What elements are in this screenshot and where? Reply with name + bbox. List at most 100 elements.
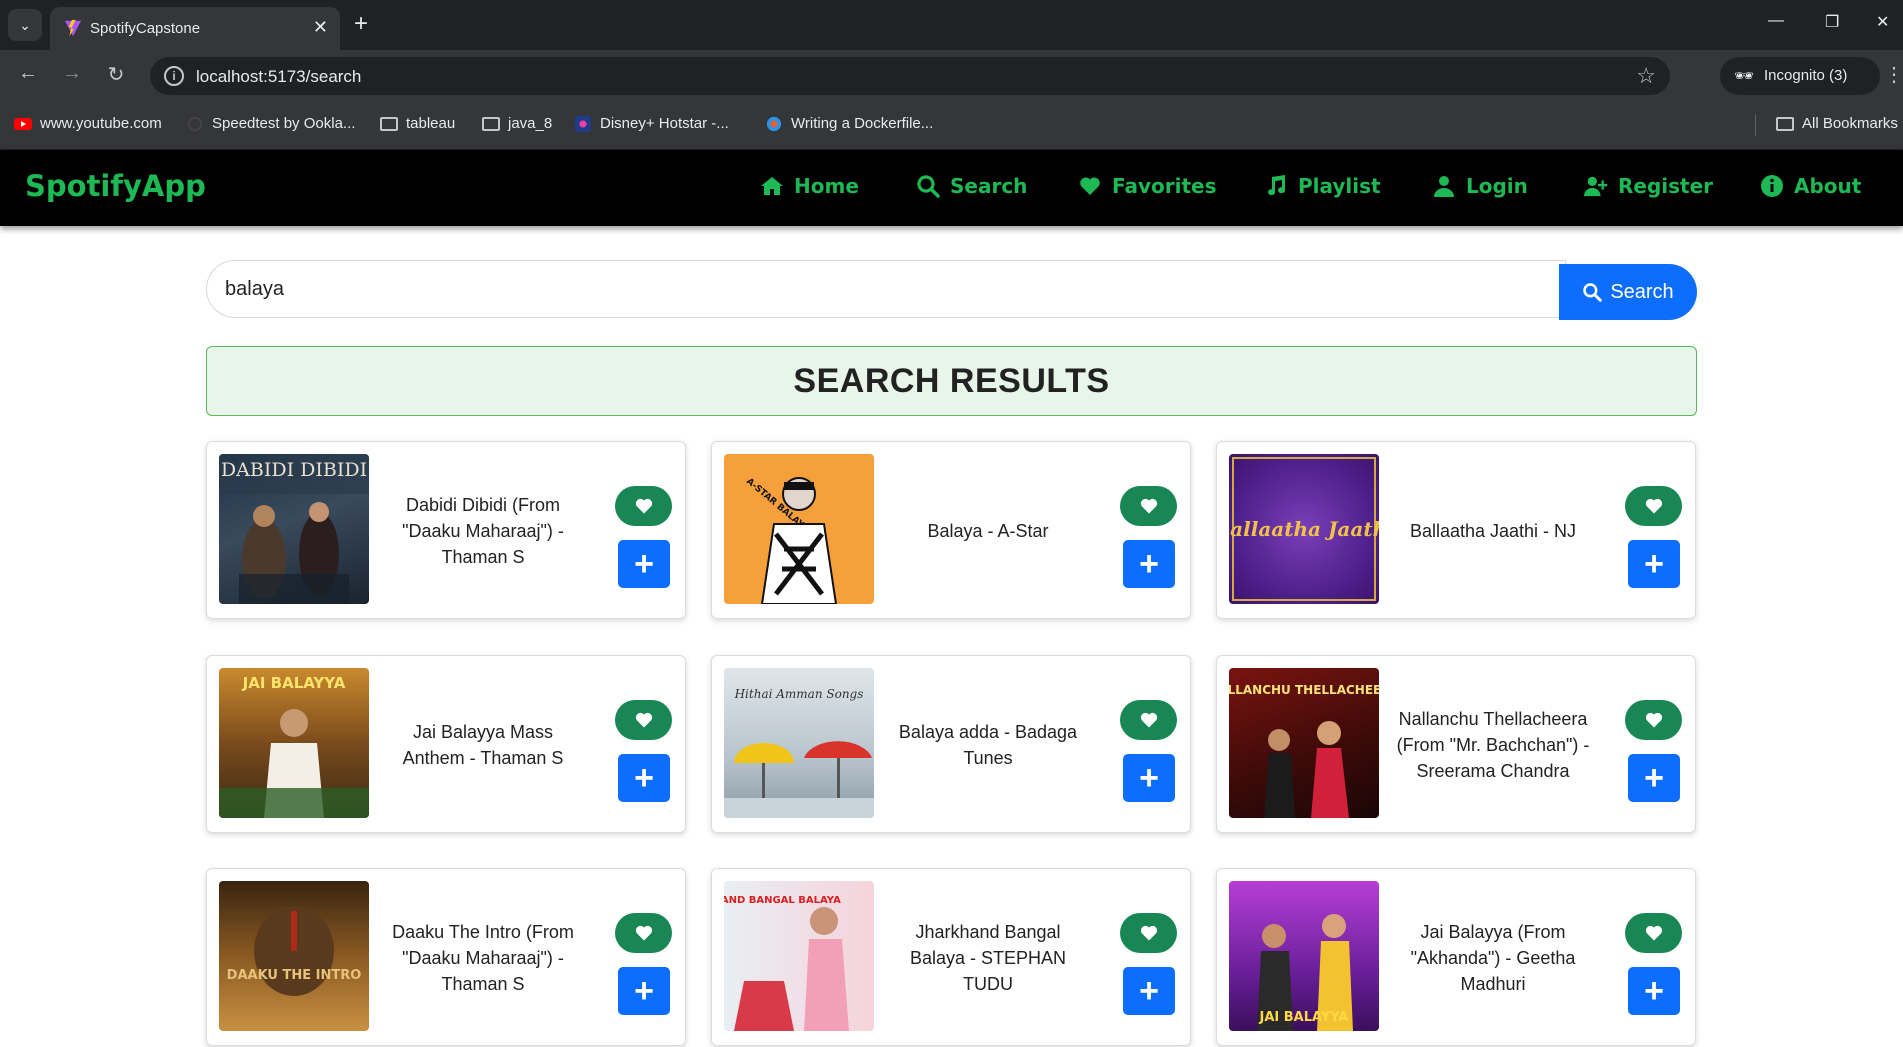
song-title: Dabidi Dibidi (From "Daaku Maharaaj") - … (402, 495, 564, 567)
add-to-playlist-button[interactable]: + (1628, 540, 1680, 588)
home-icon (761, 177, 783, 195)
song-card: A-STAR BALAYA Balaya - A-Star + (711, 441, 1191, 619)
bookmark-hotstar[interactable]: Disney+ Hotstar -... (574, 115, 729, 132)
favorite-button[interactable] (615, 913, 672, 953)
nav-register[interactable]: Register (1584, 174, 1713, 198)
album-art-text: DAAKU THE INTRO (227, 968, 362, 983)
song-card: Hithai Amman Songs Balaya adda - Badaga … (711, 655, 1191, 833)
song-title: Ballaatha Jaathi - NJ (1409, 521, 1577, 541)
favorite-button[interactable] (1120, 486, 1177, 526)
url-text[interactable]: localhost:5173/search (196, 67, 361, 87)
nav-about[interactable]: About (1760, 174, 1861, 198)
nav-playlist[interactable]: Playlist (1264, 174, 1381, 198)
docker-icon (766, 116, 782, 131)
song-title: Balaya adda - Badaga Tunes (898, 722, 1078, 768)
favorite-button[interactable] (1625, 486, 1682, 526)
tab-close-icon[interactable]: ✕ (313, 17, 328, 38)
incognito-indicator[interactable]: 🕶 Incognito (3) (1720, 57, 1880, 95)
album-art-text: Hithai Amman Songs (734, 687, 864, 701)
nav-search-label: Search (950, 174, 1028, 198)
search-input[interactable] (206, 260, 1566, 318)
album-art: A-STAR BALAYA (724, 454, 874, 604)
user-icon (1434, 176, 1454, 197)
reload-icon[interactable]: ↻ (102, 62, 130, 87)
results-heading-text: SEARCH RESULTS (793, 362, 1110, 400)
folder-icon (482, 116, 500, 131)
nav-favorites[interactable]: Favorites (1078, 174, 1217, 198)
plus-icon: + (634, 759, 654, 797)
add-to-playlist-button[interactable]: + (1123, 967, 1175, 1015)
song-card: JAI BALAYYA Jai Balayya (From "Akhanda")… (1216, 868, 1696, 1046)
tab-search-menu-button[interactable]: ⌄ (8, 9, 42, 41)
add-to-playlist-button[interactable]: + (618, 754, 670, 802)
add-to-playlist-button[interactable]: + (618, 967, 670, 1015)
heart-icon (1080, 177, 1100, 195)
brand-logo[interactable]: SpotifyApp (25, 169, 206, 203)
music-icon (1268, 175, 1286, 196)
album-art: DABIDI DIBIDI (219, 454, 369, 604)
album-art-text: Ballaatha Jaathi (1229, 517, 1379, 541)
user-plus-icon (1584, 176, 1608, 197)
add-to-playlist-button[interactable]: + (1123, 754, 1175, 802)
album-art: JHARKHAND BANGAL BALAYA (724, 881, 874, 1031)
incognito-label: Incognito (3) (1764, 67, 1848, 84)
favorite-button[interactable] (615, 486, 672, 526)
favorite-button[interactable] (615, 700, 672, 740)
plus-icon: + (1139, 972, 1159, 1010)
all-bookmarks[interactable]: All Bookmarks (1776, 115, 1898, 132)
album-art: Ballaatha Jaathi (1229, 454, 1379, 604)
nav-about-label: About (1794, 174, 1862, 198)
album-art: NALLANCHU THELLACHEERA (1229, 668, 1379, 818)
browser-menu-icon[interactable]: ⋮ (1884, 62, 1903, 87)
song-card: DABIDI DIBIDI Dabidi Dibidi (From "Daaku… (206, 441, 686, 619)
add-to-playlist-button[interactable]: + (1628, 967, 1680, 1015)
nav-home[interactable]: Home (760, 174, 859, 198)
song-card: DAAKU THE INTRO Daaku The Intro (From "D… (206, 868, 686, 1046)
back-arrow-icon[interactable]: ← (14, 62, 42, 85)
browser-tabstrip: ⌄ SpotifyCapstone ✕ + — ❐ ✕ (0, 0, 1903, 50)
bookmark-speedtest[interactable]: Speedtest by Ookla... (186, 115, 355, 132)
search-icon (1583, 283, 1603, 302)
browser-tab[interactable]: SpotifyCapstone ✕ (50, 7, 340, 50)
add-to-playlist-button[interactable]: + (1628, 754, 1680, 802)
plus-icon: + (1644, 545, 1664, 583)
song-title: Jai Balayya (From "Akhanda") - Geetha Ma… (1410, 922, 1576, 994)
nav-favorites-label: Favorites (1112, 174, 1217, 198)
nav-login-label: Login (1466, 174, 1528, 198)
plus-icon: + (1139, 545, 1159, 583)
plus-icon: + (1644, 759, 1664, 797)
search-bar: Search (206, 260, 1697, 320)
nav-search[interactable]: Search (916, 174, 1027, 198)
new-tab-button[interactable]: + (354, 10, 368, 38)
bookmark-star-icon[interactable]: ☆ (1636, 63, 1656, 89)
bookmark-youtube[interactable]: www.youtube.com (14, 115, 162, 132)
minimize-icon[interactable]: — (1768, 12, 1784, 30)
album-art-text: JAI BALAYYA (242, 674, 346, 692)
add-to-playlist-button[interactable]: + (1123, 540, 1175, 588)
favorite-button[interactable] (1625, 913, 1682, 953)
nav-register-label: Register (1618, 174, 1714, 198)
forward-arrow-icon[interactable]: → (58, 62, 86, 85)
bookmark-label: Writing a Dockerfile... (791, 115, 934, 132)
all-bookmarks-label: All Bookmarks (1802, 115, 1898, 132)
favorite-button[interactable] (1120, 700, 1177, 740)
search-button-label: Search (1610, 280, 1674, 303)
site-info-icon[interactable]: i (164, 66, 184, 86)
favorite-button[interactable] (1120, 913, 1177, 953)
add-to-playlist-button[interactable]: + (618, 540, 670, 588)
bookmark-label: Speedtest by Ookla... (212, 115, 356, 132)
bookmark-folder-tableau[interactable]: tableau (380, 115, 455, 132)
address-bar[interactable]: i localhost:5173/search ☆ (150, 57, 1670, 95)
bookmark-label: tableau (406, 115, 456, 132)
search-results-heading: SEARCH RESULTS (206, 346, 1697, 416)
window-close-icon[interactable]: ✕ (1876, 12, 1889, 32)
nav-home-label: Home (794, 174, 859, 198)
restore-icon[interactable]: ❐ (1825, 12, 1839, 32)
favorite-button[interactable] (1625, 700, 1682, 740)
nav-login[interactable]: Login (1432, 174, 1528, 198)
album-art-text: JAI BALAYYA (1259, 1010, 1349, 1025)
bookmark-folder-java8[interactable]: java_8 (482, 115, 552, 132)
search-button[interactable]: Search (1559, 264, 1697, 320)
bookmark-docker[interactable]: Writing a Dockerfile... (765, 115, 933, 132)
song-card: Ballaatha Jaathi Ballaatha Jaathi - NJ + (1216, 441, 1696, 619)
